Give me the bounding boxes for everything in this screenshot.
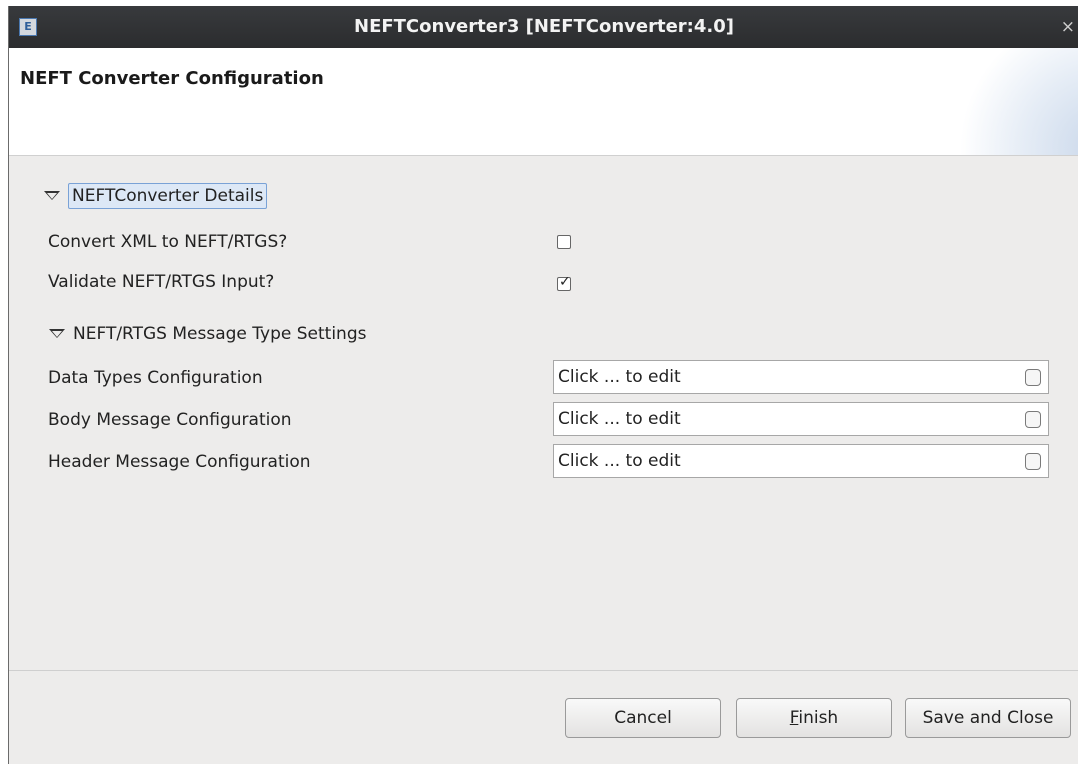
details-section-header[interactable]: NEFTConverter Details — [44, 183, 268, 209]
details-section-label[interactable]: NEFTConverter Details — [68, 183, 268, 209]
banner-decoration — [959, 48, 1078, 155]
convert-xml-label: Convert XML to NEFT/RTGS? — [48, 232, 288, 252]
save-and-close-button[interactable]: Save and Close — [905, 698, 1071, 738]
data-types-edit-button[interactable] — [1025, 369, 1041, 386]
data-types-label: Data Types Configuration — [48, 368, 263, 388]
message-section-header[interactable]: NEFT/RTGS Message Type Settings — [49, 324, 366, 344]
convert-xml-checkbox[interactable] — [557, 235, 571, 249]
triangle-down-icon[interactable] — [44, 190, 60, 200]
finish-label: inish — [798, 708, 839, 728]
checkmark-icon: ✓ — [559, 274, 571, 290]
cancel-button[interactable]: Cancel — [565, 698, 721, 738]
data-types-value: Click ... to edit — [558, 367, 681, 387]
page-title: NEFT Converter Configuration — [20, 68, 324, 89]
triangle-down-icon[interactable] — [49, 328, 65, 338]
body-message-field[interactable]: Click ... to edit — [553, 402, 1049, 436]
close-icon[interactable]: × — [1061, 6, 1075, 48]
footer-divider — [9, 670, 1078, 671]
validate-input-label: Validate NEFT/RTGS Input? — [48, 272, 275, 292]
body-message-edit-button[interactable] — [1025, 411, 1041, 428]
header-message-value: Click ... to edit — [558, 451, 681, 471]
header-message-edit-button[interactable] — [1025, 453, 1041, 470]
validate-input-checkbox[interactable]: ✓ — [557, 274, 571, 291]
body-message-value: Click ... to edit — [558, 409, 681, 429]
dialog-window: E NEFTConverter3 [NEFTConverter:4.0] × N… — [8, 6, 1078, 764]
header-message-field[interactable]: Click ... to edit — [553, 444, 1049, 478]
data-types-field[interactable]: Click ... to edit — [553, 360, 1049, 394]
title-bar[interactable]: E NEFTConverter3 [NEFTConverter:4.0] × — [9, 6, 1078, 48]
body-message-label: Body Message Configuration — [48, 410, 292, 430]
message-section-label: NEFT/RTGS Message Type Settings — [73, 324, 367, 344]
window-title: NEFTConverter3 [NEFTConverter:4.0] — [354, 16, 734, 37]
header-banner: NEFT Converter Configuration — [9, 48, 1078, 156]
header-message-label: Header Message Configuration — [48, 452, 311, 472]
finish-button[interactable]: Finish — [736, 698, 892, 738]
